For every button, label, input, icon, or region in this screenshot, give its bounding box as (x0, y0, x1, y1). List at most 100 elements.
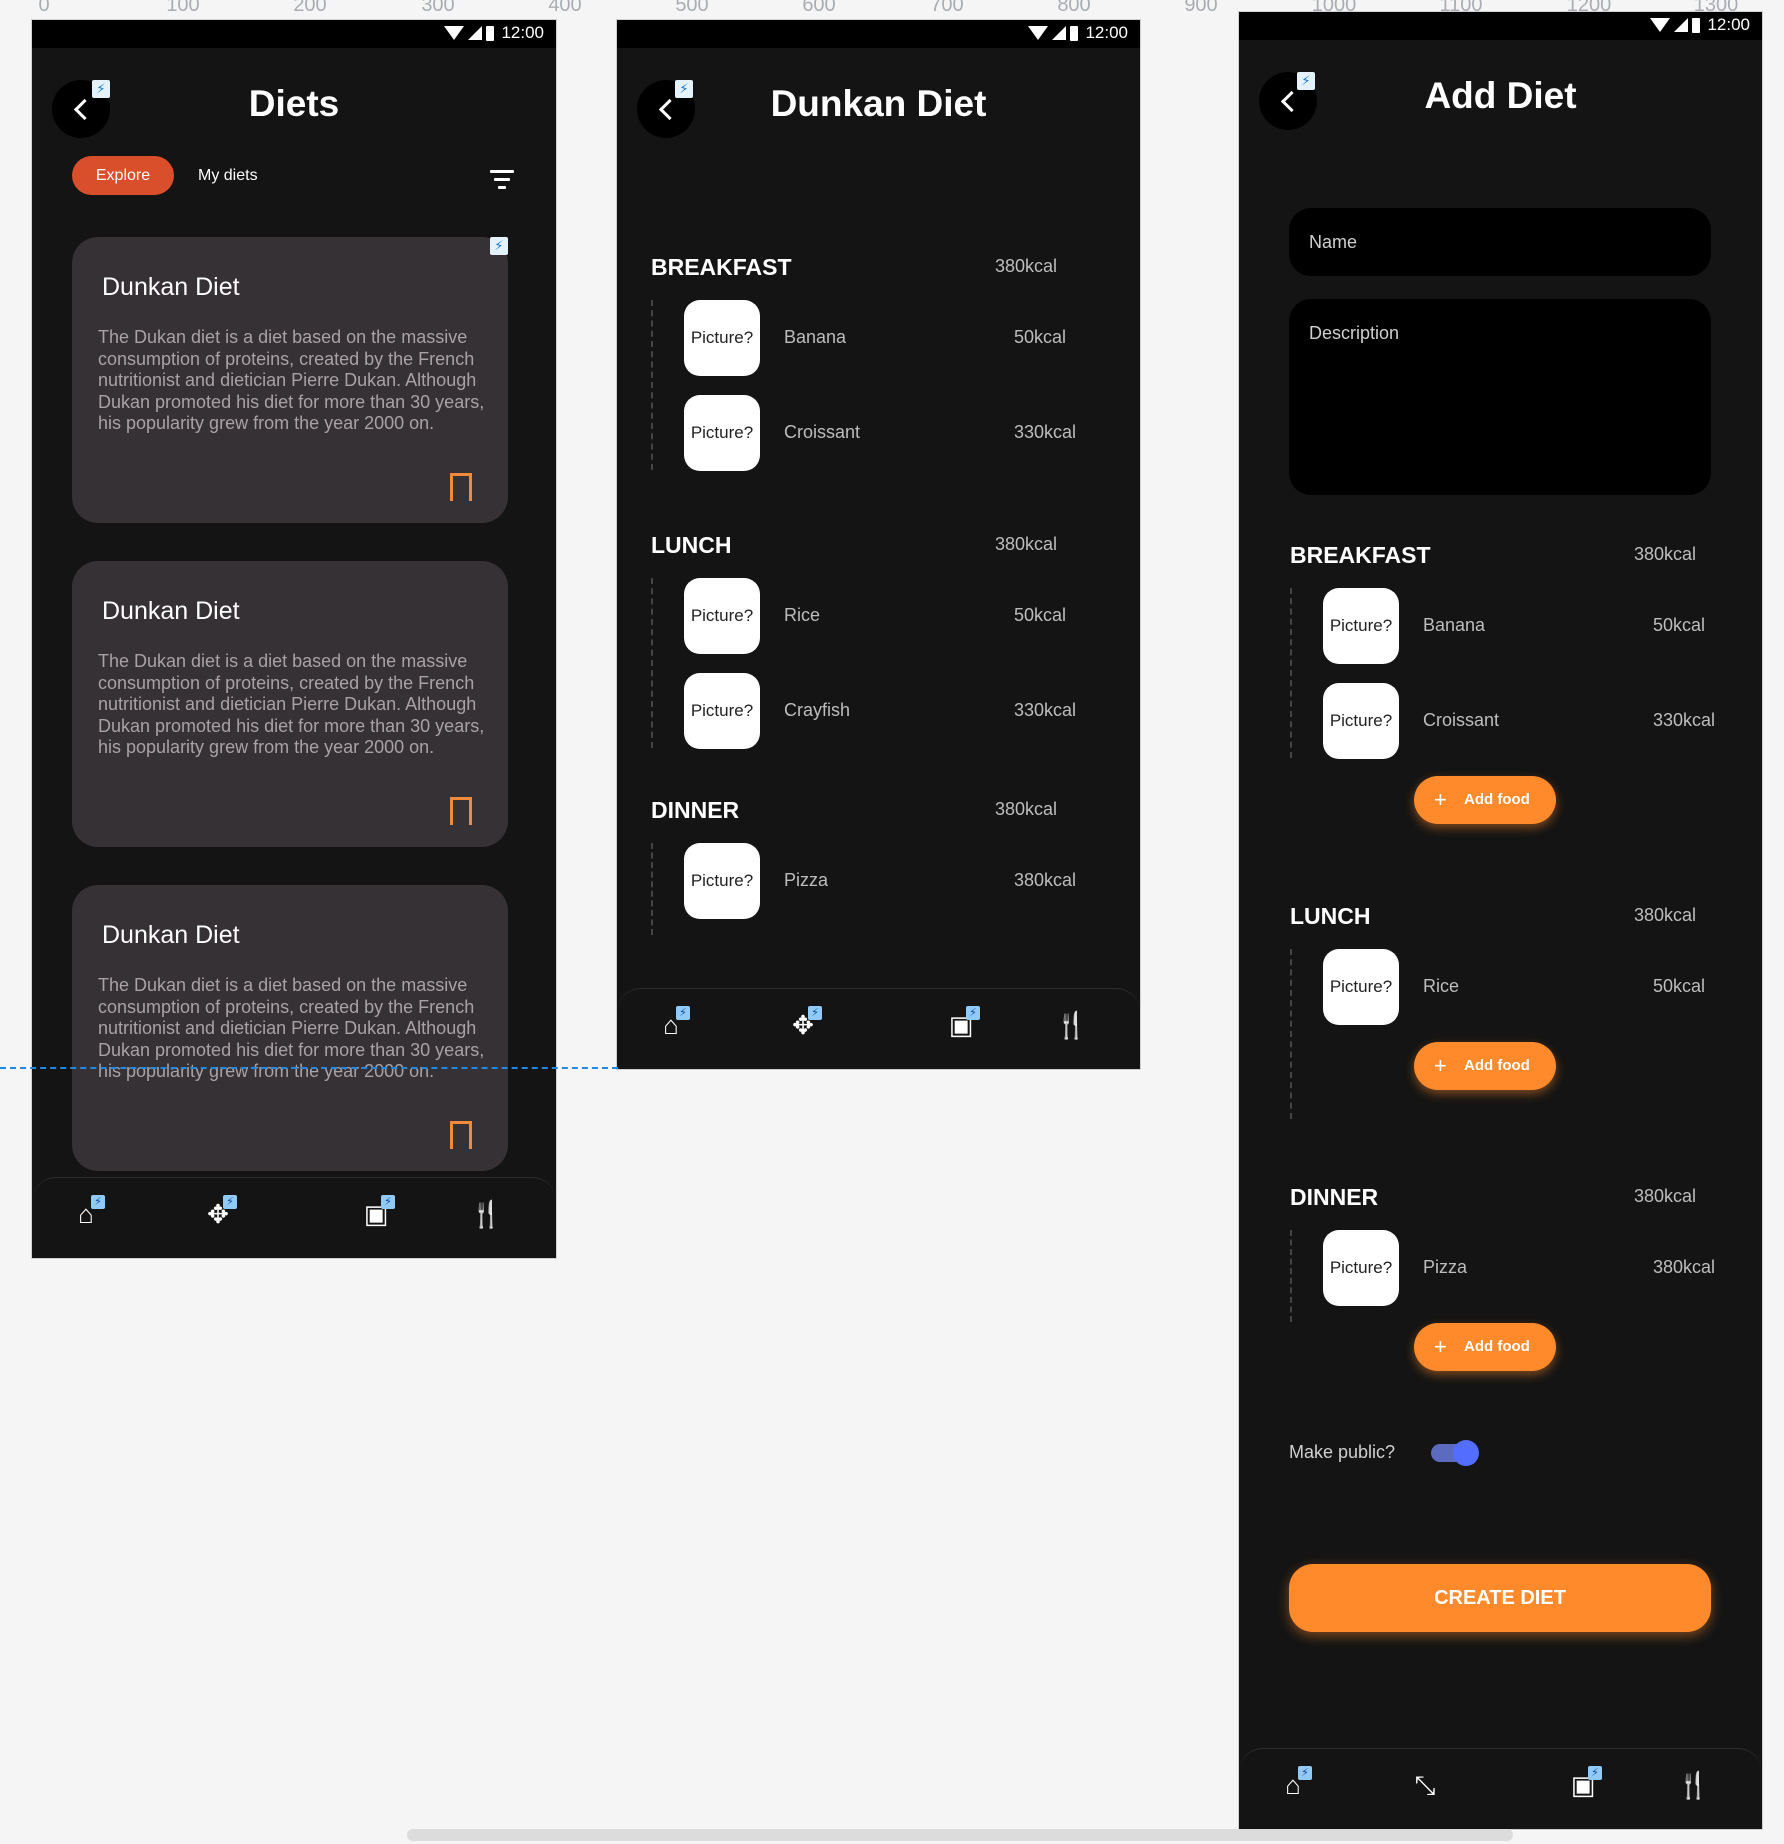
description-field[interactable]: Description (1289, 299, 1711, 495)
meal-section-lunch: LUNCH 380kcal Picture? Rice 50kcal Pictu… (651, 532, 1081, 772)
description-placeholder: Description (1309, 323, 1400, 343)
gallery-icon[interactable]: ▣ ⚡ (360, 1195, 395, 1230)
food-name: Rice (1423, 976, 1460, 996)
horizontal-scrollbar[interactable] (407, 1829, 1513, 1841)
bookmark-icon[interactable] (450, 797, 472, 826)
food-item[interactable]: Picture? Crayfish 330kcal (684, 673, 1084, 749)
food-item[interactable]: Picture? Rice 50kcal (1323, 949, 1733, 1025)
meal-section-breakfast: BREAKFAST 380kcal Picture? Banana 50kcal… (1290, 542, 1730, 842)
diet-card-description: The Dukan diet is a diet based on the ma… (98, 327, 485, 433)
meal-title: BREAKFAST (651, 254, 792, 280)
food-picture: Picture? (1323, 949, 1399, 1025)
dumbbell-icon[interactable]: ✥ ⚡ (202, 1195, 237, 1230)
add-food-label: Add food (1464, 791, 1530, 808)
create-diet-button[interactable]: CREATE DIET (1289, 1564, 1711, 1632)
bottom-nav: ⌂ ⚡ ⤡ ▣ ⚡ 🍴 (1239, 1748, 1762, 1829)
status-bar: 12:00 (32, 20, 556, 48)
diet-card[interactable]: Dunkan Diet The Dukan diet is a diet bas… (72, 561, 508, 847)
dumbbell-icon[interactable]: ⤡ (1409, 1769, 1441, 1801)
bottom-nav: ⌂ ⚡ ✥ ⚡ ▣ ⚡ 🍴 (617, 988, 1140, 1069)
name-field[interactable]: Name (1289, 208, 1711, 276)
home-icon[interactable]: ⌂ ⚡ (655, 1006, 690, 1041)
food-picture: Picture? (684, 395, 760, 471)
ruler-tick: 500 (675, 0, 709, 16)
food-item[interactable]: Picture? Pizza 380kcal (1323, 1230, 1733, 1306)
food-name: Banana (784, 327, 847, 347)
status-bar: 12:00 (1239, 12, 1762, 40)
filter-icon[interactable] (489, 170, 515, 190)
food-picture: Picture? (1323, 1230, 1399, 1306)
ruler-tick: 900 (1184, 0, 1218, 16)
utensils-icon[interactable]: 🍴 (470, 1198, 502, 1230)
diet-card-title: Dunkan Diet (102, 273, 240, 301)
food-item[interactable]: Picture? Rice 50kcal (684, 578, 1084, 654)
meal-title: DINNER (1290, 1184, 1379, 1210)
signal-icon (1674, 18, 1689, 32)
home-icon[interactable]: ⌂ ⚡ (70, 1195, 105, 1230)
wifi-icon (444, 26, 465, 40)
status-bar: 12:00 (617, 20, 1140, 48)
add-food-button[interactable]: + Add food (1414, 1323, 1556, 1371)
food-kcal: 380kcal (1014, 870, 1077, 890)
diet-card[interactable]: Dunkan Diet The Dukan diet is a diet bas… (72, 237, 508, 523)
tab-explore[interactable]: Explore (72, 156, 174, 195)
wifi-icon (1650, 18, 1671, 32)
diet-card[interactable]: Dunkan Diet The Dukan diet is a diet bas… (72, 885, 508, 1171)
make-public-toggle[interactable] (1431, 1440, 1479, 1466)
food-picture: Picture? (1323, 588, 1399, 664)
timeline-line (651, 843, 653, 935)
ruler-tick: 600 (802, 0, 836, 16)
bookmark-icon[interactable] (450, 1121, 472, 1150)
timeline-line (1290, 1230, 1292, 1322)
meal-title: BREAKFAST (1290, 542, 1431, 568)
meal-section-dinner: DINNER 380kcal Picture? Pizza 380kcal (651, 797, 1081, 957)
screen-add-diet: 12:00 ⚡ Add Diet Name Description BREAKF… (1239, 12, 1762, 1829)
meal-kcal: 380kcal (995, 256, 1058, 276)
food-item[interactable]: Picture? Croissant 330kcal (1323, 683, 1733, 759)
utensils-icon[interactable]: 🍴 (1055, 1009, 1087, 1041)
food-item[interactable]: Picture? Banana 50kcal (1323, 588, 1733, 664)
food-kcal: 50kcal (1653, 976, 1706, 996)
add-food-button[interactable]: + Add food (1414, 1042, 1556, 1090)
food-item[interactable]: Picture? Pizza 380kcal (684, 843, 1084, 919)
wifi-icon (1028, 26, 1049, 40)
page-title: Diets (248, 83, 340, 124)
add-food-button[interactable]: + Add food (1414, 776, 1556, 824)
meal-section-breakfast: BREAKFAST 380kcal Picture? Banana 50kcal… (651, 254, 1081, 494)
dumbbell-icon[interactable]: ✥ ⚡ (787, 1006, 822, 1041)
ruler-tick: 800 (1057, 0, 1091, 16)
home-icon[interactable]: ⌂ ⚡ (1277, 1766, 1312, 1801)
food-name: Banana (1423, 615, 1486, 635)
plus-icon: + (1434, 1334, 1447, 1359)
food-name: Crayfish (784, 700, 851, 720)
ruler-tick: 100 (166, 0, 200, 16)
diet-card-title: Dunkan Diet (102, 597, 240, 625)
timeline-line (651, 578, 653, 748)
status-time: 12:00 (501, 23, 544, 42)
tab-my-diets[interactable]: My diets (198, 156, 258, 195)
food-item[interactable]: Picture? Banana 50kcal (684, 300, 1084, 376)
timeline-line (1290, 588, 1292, 758)
food-picture: Picture? (684, 673, 760, 749)
gallery-icon[interactable]: ▣ ⚡ (1567, 1766, 1602, 1801)
ruler-tick: 400 (548, 0, 582, 16)
meal-kcal: 380kcal (1634, 544, 1697, 564)
battery-icon (486, 25, 495, 41)
food-item[interactable]: Picture? Croissant 330kcal (684, 395, 1084, 471)
battery-icon (1070, 25, 1079, 41)
meal-title: LUNCH (1290, 903, 1371, 929)
utensils-icon[interactable]: 🍴 (1677, 1769, 1709, 1801)
timeline-line (651, 300, 653, 470)
food-name: Rice (784, 605, 821, 625)
page-title: Add Diet (1424, 75, 1577, 116)
food-picture: Picture? (684, 578, 760, 654)
food-kcal: 50kcal (1014, 327, 1067, 347)
bookmark-icon[interactable] (450, 473, 472, 502)
add-food-label: Add food (1464, 1057, 1530, 1074)
food-kcal: 330kcal (1653, 710, 1716, 730)
food-name: Pizza (784, 870, 829, 890)
meal-kcal: 380kcal (995, 799, 1058, 819)
diet-card-title: Dunkan Diet (102, 921, 240, 949)
food-picture: Picture? (684, 300, 760, 376)
gallery-icon[interactable]: ▣ ⚡ (945, 1006, 980, 1041)
